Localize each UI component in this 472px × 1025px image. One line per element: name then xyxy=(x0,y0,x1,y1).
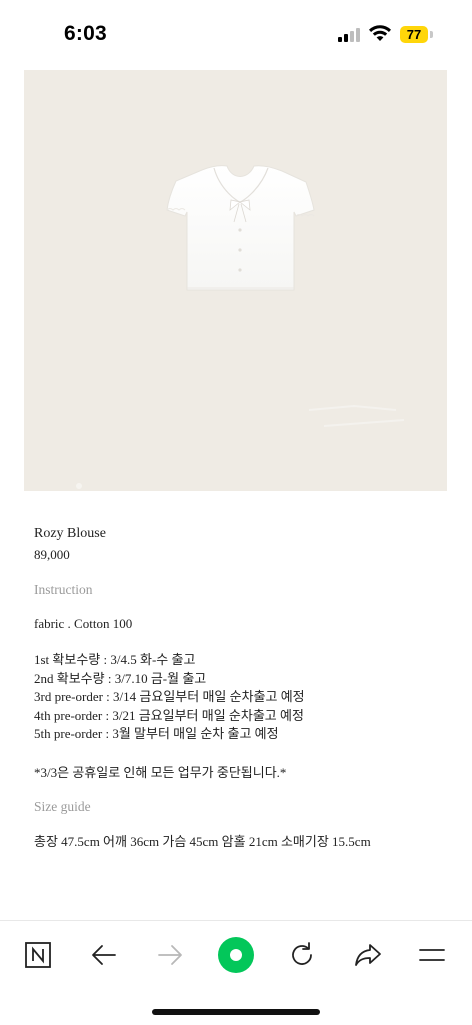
naver-green-button[interactable] xyxy=(216,935,256,975)
forward-button[interactable] xyxy=(150,935,190,975)
menu-icon xyxy=(419,949,445,961)
size-guide-text: 총장 47.5cm 어깨 36cm 가슴 45cm 암홀 21cm 소매기장 1… xyxy=(34,834,371,849)
green-dot-icon xyxy=(218,937,254,973)
holiday-notice: *3/3은 공휴일로 인해 모든 업무가 중단됩니다.* xyxy=(34,765,287,780)
reload-button[interactable] xyxy=(282,935,322,975)
status-time: 6:03 xyxy=(64,22,107,45)
instruction-label: Instruction xyxy=(34,582,93,597)
fabric-info: fabric . Cotton 100 xyxy=(34,616,133,631)
share-button[interactable] xyxy=(348,935,388,975)
battery-tip xyxy=(430,31,433,38)
cellular-signal-icon xyxy=(338,28,362,42)
browser-toolbar xyxy=(0,920,472,1025)
order-line-4: 4th pre-order : 3/21 금요일부터 매일 순차출고 예정 xyxy=(34,707,304,723)
back-button[interactable] xyxy=(84,935,124,975)
home-indicator[interactable] xyxy=(152,1009,320,1015)
blouse-photo xyxy=(76,165,405,489)
menu-button[interactable] xyxy=(412,935,452,975)
back-arrow-icon xyxy=(92,945,116,965)
order-line-2: 2nd 확보수량 : 3/7.10 금-월 출고 xyxy=(34,670,207,686)
product-image[interactable] xyxy=(24,70,447,491)
naver-home-icon xyxy=(25,942,51,968)
size-guide-label: Size guide xyxy=(34,799,91,814)
product-name: Rozy Blouse xyxy=(34,526,106,541)
naver-home-button[interactable] xyxy=(18,935,58,975)
order-schedule: 1st 확보수량 : 3/4.5 화-수 출고 2nd 확보수량 : 3/7.1… xyxy=(34,651,454,744)
battery-indicator: 77 xyxy=(400,26,428,43)
product-price: 89,000 xyxy=(34,547,70,562)
forward-arrow-icon xyxy=(158,945,182,965)
reload-icon xyxy=(292,942,312,965)
wifi-icon xyxy=(369,25,391,41)
order-line-1: 1st 확보수량 : 3/4.5 화-수 출고 xyxy=(34,652,196,667)
status-bar: 6:03 77 xyxy=(0,0,472,70)
share-icon xyxy=(355,944,381,966)
order-line-5: 5th pre-order : 3월 말부터 매일 순차 출고 예정 xyxy=(34,726,279,741)
order-line-3: 3rd pre-order : 3/14 금요일부터 매일 순차출고 예정 xyxy=(34,689,305,704)
